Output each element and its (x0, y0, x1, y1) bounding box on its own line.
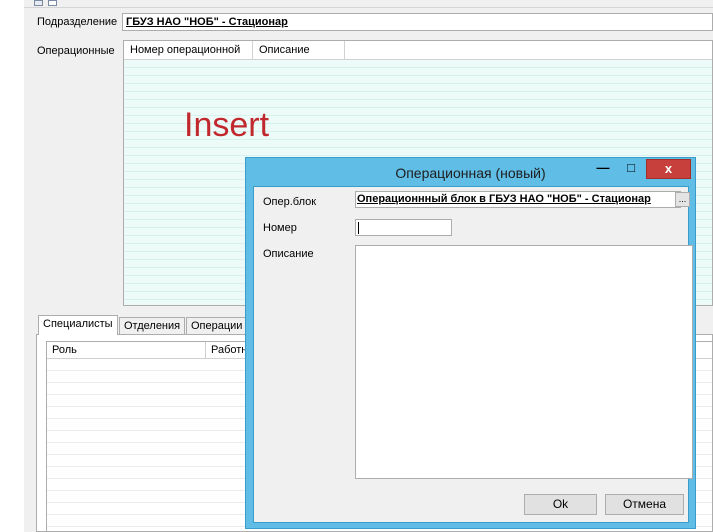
minimize-button[interactable]: — (590, 159, 616, 179)
tab-departments[interactable]: Отделения (119, 317, 186, 334)
new-operating-room-dialog: Операционная (новый) — □ x Опер.блок Опе… (245, 157, 696, 529)
oper-block-label: Опер.блок (263, 196, 317, 208)
insert-mode-text: Insert (184, 106, 270, 144)
tab-specialists[interactable]: Специалисты (38, 315, 118, 335)
close-button[interactable]: x (646, 159, 691, 179)
number-input[interactable] (355, 219, 452, 236)
toolbar-strip (24, 0, 713, 8)
cancel-button[interactable]: Отмена (605, 494, 684, 515)
ok-button[interactable]: Ok (524, 494, 597, 515)
description-label: Описание (263, 248, 314, 260)
text-caret (358, 222, 359, 234)
maximize-button[interactable]: □ (618, 159, 644, 179)
save-icon[interactable] (34, 0, 43, 6)
operating-rooms-label: Операционные (37, 45, 115, 57)
department-field[interactable]: ГБУЗ НАО "НОБ" - Стационар (122, 13, 713, 31)
department-label: Подразделение (37, 16, 118, 28)
oper-block-field[interactable]: Операционнный блок в ГБУЗ НАО "НОБ" - Ст… (355, 191, 681, 208)
number-label: Номер (263, 222, 297, 234)
column-header-room-number[interactable]: Номер операционной (124, 41, 253, 59)
column-header-description[interactable]: Описание (253, 41, 345, 59)
browse-button[interactable]: ... (675, 192, 690, 207)
page-icon[interactable] (48, 0, 57, 6)
tab-operations[interactable]: Операции (186, 317, 248, 334)
grid-header: Номер операционной Описание (124, 41, 712, 60)
column-header-role[interactable]: Роль (47, 342, 206, 358)
dialog-body: Опер.блок Операционнный блок в ГБУЗ НАО … (253, 186, 693, 523)
description-textarea[interactable] (355, 245, 693, 479)
